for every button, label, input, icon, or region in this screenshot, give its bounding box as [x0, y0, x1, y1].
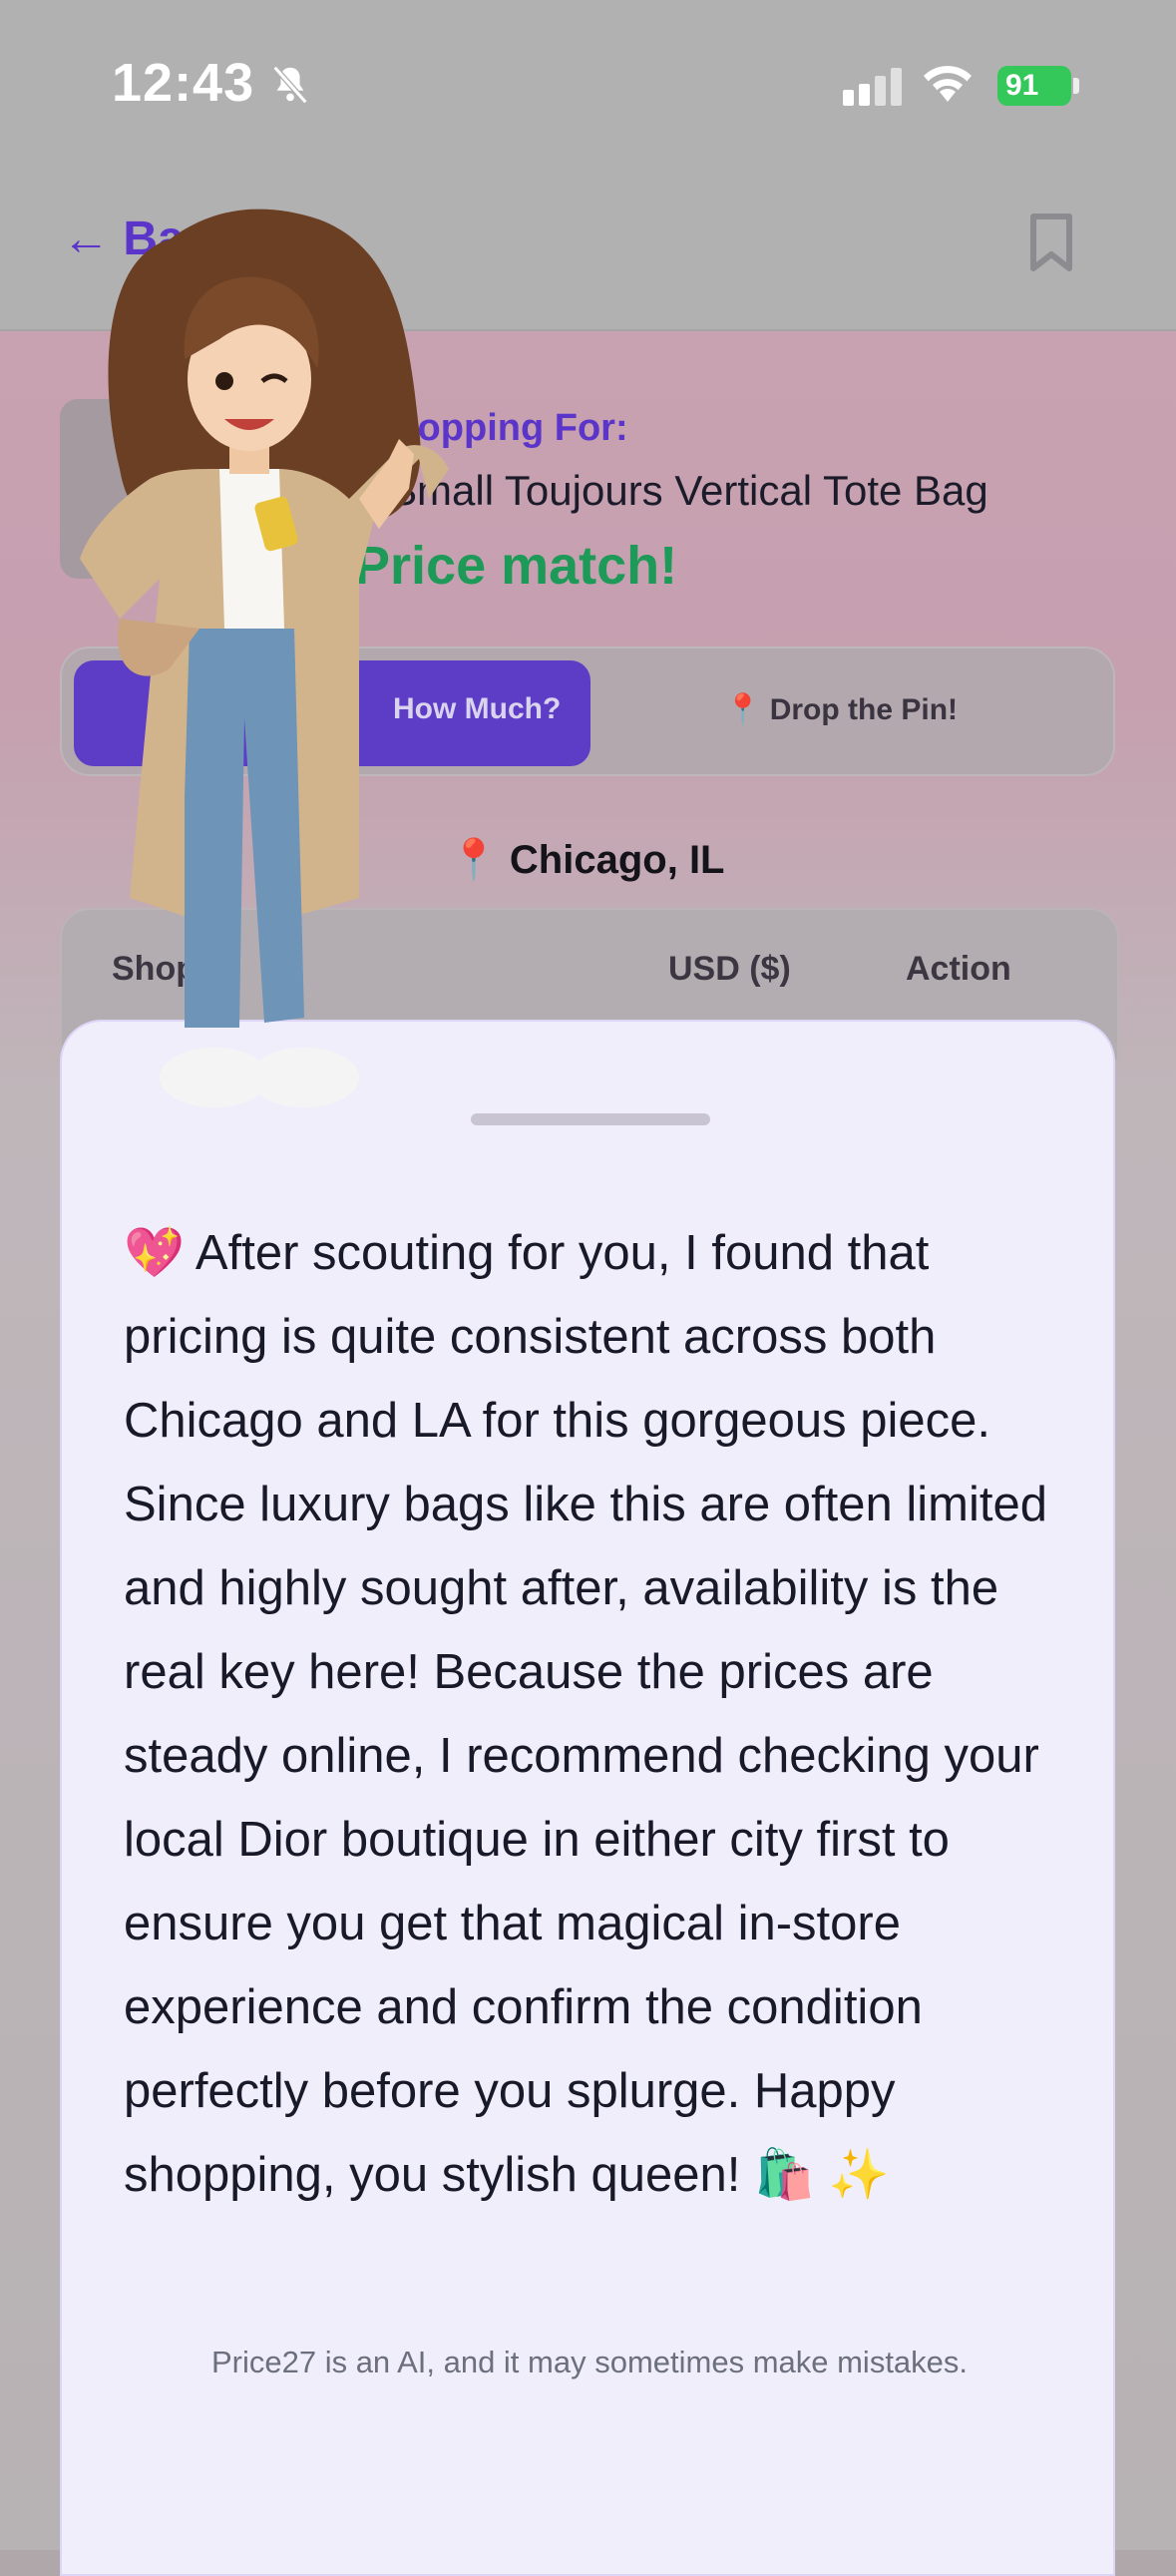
ai-disclaimer: Price27 is an AI, and it may sometimes m…: [210, 2345, 969, 2379]
status-time: 12:43: [112, 53, 255, 113]
column-usd: USD ($): [668, 950, 791, 988]
battery-icon: 91: [997, 66, 1071, 106]
sheet-drag-handle[interactable]: [471, 1113, 710, 1125]
product-name: Small Toujours Vertical Tote Bag: [389, 467, 988, 514]
location-label: 📍 Chicago, IL: [449, 838, 725, 882]
column-action: Action: [906, 950, 1011, 988]
wifi-icon: [924, 66, 972, 102]
battery-cap: [1073, 78, 1079, 94]
bookmark-icon[interactable]: [1027, 212, 1075, 273]
assistant-message: 💖 After scouting for you, I found that p…: [124, 1226, 1047, 2202]
tab-drop-pin[interactable]: 📍 Drop the Pin!: [724, 692, 958, 727]
assistant-mascot-illustration: [80, 209, 449, 1107]
bell-slash-icon: [272, 65, 308, 105]
status-bar: 12:43 91: [0, 0, 1176, 170]
assistant-bottom-sheet: 💖 After scouting for you, I found that p…: [60, 1020, 1115, 2576]
